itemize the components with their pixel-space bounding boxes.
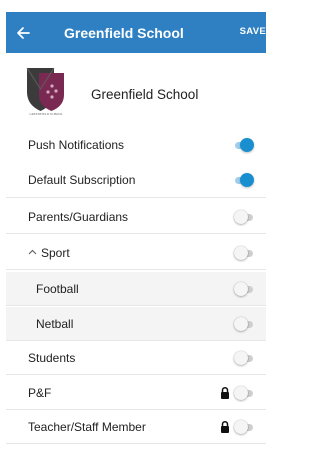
group-row-parents-guardians: Parents/Guardians [6, 200, 266, 234]
back-button[interactable] [6, 12, 40, 53]
push-notifications-label: Push Notifications [28, 138, 125, 152]
save-button[interactable]: SAVE [240, 26, 266, 37]
group-label: Students [28, 350, 76, 365]
subgroup-row-football: Football [6, 272, 266, 306]
group-label: Parents/Guardians [28, 209, 129, 224]
group-label: Teacher/Staff Member [28, 419, 146, 434]
svg-text:GREENFIELD SCHOOL: GREENFIELD SCHOOL [29, 112, 62, 116]
lock-icon [221, 386, 229, 399]
school-header: GREENFIELD SCHOOL Greenfield School [6, 53, 266, 128]
netball-toggle[interactable] [234, 316, 254, 331]
school-name: Greenfield School [91, 87, 199, 102]
default-subscription-label: Default Subscription [28, 172, 136, 187]
subgroup-label: Football [36, 281, 79, 296]
default-subscription-toggle[interactable] [234, 172, 254, 187]
lock-icon [221, 420, 229, 433]
group-row-sport[interactable]: Sport [6, 236, 266, 270]
chevron-up-icon[interactable] [28, 247, 37, 258]
parents-guardians-toggle[interactable] [234, 209, 254, 224]
teacher-staff-toggle[interactable] [234, 419, 254, 434]
group-row-teacher-staff: Teacher/Staff Member [6, 410, 266, 444]
school-crest-logo: GREENFIELD SCHOOL [26, 67, 64, 116]
group-label: Sport [41, 245, 70, 260]
app-bar-title: Greenfield School [64, 24, 184, 41]
arrow-left-icon [17, 26, 30, 39]
group-row-students: Students [6, 341, 266, 375]
subgroup-row-netball: Netball [6, 307, 266, 341]
group-label: P&F [28, 385, 52, 400]
pf-toggle[interactable] [234, 385, 254, 400]
push-notifications-toggle[interactable] [234, 138, 254, 152]
subgroup-label: Netball [36, 316, 74, 331]
football-toggle[interactable] [234, 281, 254, 296]
settings-panel: GREENFIELD SCHOOL Greenfield School Push… [6, 53, 266, 446]
default-subscription-row: Default Subscription [6, 162, 266, 198]
push-notifications-row: Push Notifications [6, 128, 266, 162]
sport-toggle[interactable] [234, 245, 254, 260]
app-bar: Greenfield School SAVE [6, 12, 266, 53]
students-toggle[interactable] [234, 350, 254, 365]
group-row-pf: P&F [6, 376, 266, 410]
